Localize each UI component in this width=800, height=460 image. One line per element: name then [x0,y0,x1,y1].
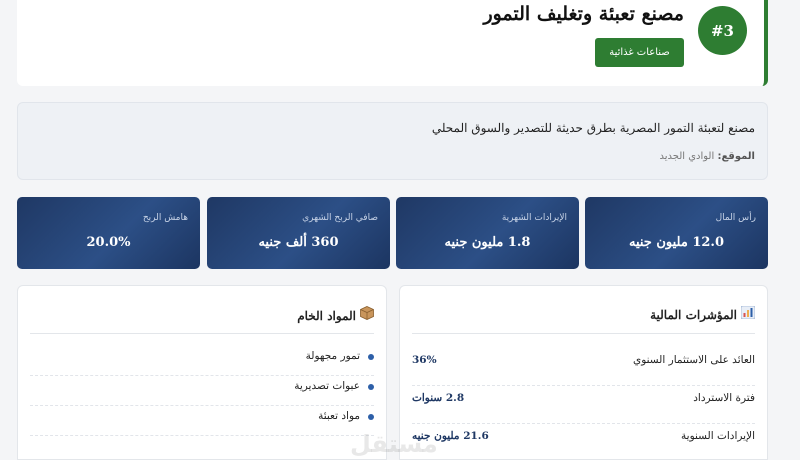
metric-label: الإيرادات السنوية [681,430,755,442]
stat-label: رأس المال [715,213,756,223]
factory-description: مصنع لتعبئة التمور المصرية بطرق حديثة لل… [431,121,755,135]
stat-value: 12.0 مليون جنيه [628,235,725,250]
list-item-text: تمور مجهولة [305,350,360,362]
metric-label: فترة الاسترداد [693,392,755,404]
list-item: مواد تعبئة [30,410,374,436]
stat-card-net-profit: صافي الربح الشهري 360 ألف جنيه [207,197,390,269]
metric-value: 2.8 سنوات [412,392,465,404]
list-item: عبوات تصديرية [30,380,374,406]
list-item: تمور مجهولة [30,350,374,376]
raw-materials-panel: المواد الخام تمور مجهولة عبوات تصديرية م… [17,285,387,460]
metric-value: 36% [412,354,437,366]
divider [412,333,755,334]
location-value: الوادي الجديد [659,151,715,162]
stat-value: 1.8 مليون جنيه [444,235,531,250]
location-label: الموقع: [717,151,755,162]
stat-card-monthly-revenue: الإيرادات الشهرية 1.8 مليون جنيه [396,197,579,269]
location-line: الموقع: الوادي الجديد [659,151,755,162]
financial-indicators-panel: المؤشرات المالية العائد على الاستثمار ال… [399,285,768,460]
financial-title-text: المؤشرات المالية [650,308,737,322]
bullet-icon [368,414,374,420]
description-card: مصنع لتعبئة التمور المصرية بطرق حديثة لل… [17,102,768,180]
page-title: مصنع تعبئة وتغليف التمور [483,3,684,25]
metric-row: الإيرادات السنوية 21.6 مليون جنيه [412,424,755,460]
panel-title: المواد الخام [297,306,374,323]
bar-chart-icon [740,305,756,322]
stat-value: 20.0% [86,235,131,250]
metric-row: فترة الاسترداد 2.8 سنوات [412,386,755,424]
panel-title: المؤشرات المالية [650,305,756,322]
bullet-icon [368,354,374,360]
package-icon [360,306,374,323]
stat-label: صافي الربح الشهري [302,213,378,223]
raw-materials-title-text: المواد الخام [297,309,356,323]
stat-card-capital: رأس المال 12.0 مليون جنيه [585,197,768,269]
stat-label: الإيرادات الشهرية [501,213,567,223]
watermark: مستقل [350,430,438,458]
list-item-text: مواد تعبئة [318,410,360,422]
rank-badge: #3 [698,6,747,55]
list-item-text: عبوات تصديرية [294,380,360,392]
stat-card-profit-margin: هامش الربح 20.0% [17,197,200,269]
stat-label: هامش الربح [142,213,188,223]
divider [30,333,374,334]
category-button[interactable]: صناعات غذائية [595,38,684,67]
stat-value: 360 ألف جنيه [258,235,339,250]
bullet-icon [368,384,374,390]
factory-header-card: #3 مصنع تعبئة وتغليف التمور صناعات غذائي… [17,0,768,86]
metric-label: العائد على الاستثمار السنوي [633,354,755,366]
metric-row: العائد على الاستثمار السنوي 36% [412,348,755,386]
